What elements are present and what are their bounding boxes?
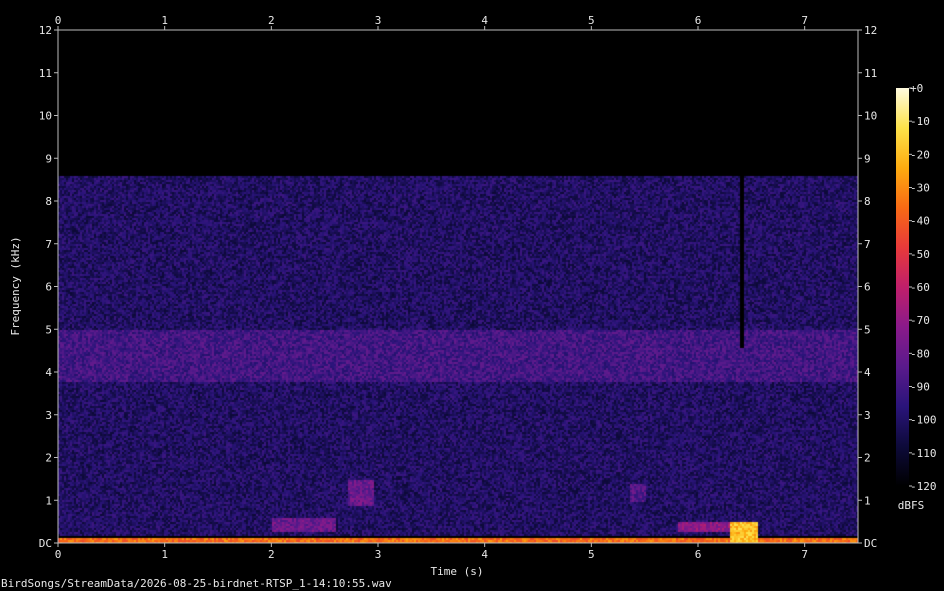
colorbar-label: dBFS — [898, 499, 925, 512]
x-tick-label: 6 — [695, 548, 702, 561]
y-tick-label: 6 — [45, 281, 52, 294]
colorbar-tick-label: -30 — [910, 182, 930, 195]
y-tick-label: 12 — [39, 24, 52, 37]
colorbar-tick-label: -70 — [910, 314, 930, 327]
y-tick-label: 7 — [45, 238, 52, 251]
y-tick-label: 11 — [39, 67, 52, 80]
x-tick-label-top: 6 — [695, 14, 702, 27]
y-tick-label-right: DC — [864, 537, 877, 550]
y-tick-label-right: 4 — [864, 366, 871, 379]
x-tick-label-top: 4 — [481, 14, 488, 27]
colorbar-tick-label: -100 — [910, 414, 937, 427]
x-tick-label-top: 5 — [588, 14, 595, 27]
y-tick-label-right: 1 — [864, 494, 871, 507]
x-tick-label-top: 0 — [55, 14, 62, 27]
y-tick-label: 3 — [45, 409, 52, 422]
y-tick-label-right: 9 — [864, 152, 871, 165]
colorbar-tick-label: -50 — [910, 248, 930, 261]
plot-area — [58, 30, 858, 543]
y-tick-label-right: 7 — [864, 238, 871, 251]
y-tick-label: 2 — [45, 452, 52, 465]
x-tick-label: 1 — [161, 548, 168, 561]
y-tick-label: DC — [39, 537, 52, 550]
y-tick-label: 4 — [45, 366, 52, 379]
x-tick-label: 4 — [481, 548, 488, 561]
x-tick-label: 5 — [588, 548, 595, 561]
y-tick-label-right: 6 — [864, 281, 871, 294]
y-tick-label-right: 3 — [864, 409, 871, 422]
colorbar-tick-label: -90 — [910, 381, 930, 394]
y-tick-label-right: 2 — [864, 452, 871, 465]
spectrogram-chart: 0011223344556677DC DC1 12 23 34 45 56 67 78 89 910… — [0, 0, 944, 591]
x-tick-label-top: 2 — [268, 14, 275, 27]
y-tick-label-right: 5 — [864, 323, 871, 336]
y-tick-label: 8 — [45, 195, 52, 208]
colorbar-tick-label: -80 — [910, 347, 930, 360]
y-tick-label: 9 — [45, 152, 52, 165]
colorbar-tick-label: -40 — [910, 215, 930, 228]
y-tick-label: 5 — [45, 323, 52, 336]
x-axis-title: Time (s) — [431, 565, 484, 578]
x-tick-label: 7 — [801, 548, 808, 561]
y-tick-label-right: 8 — [864, 195, 871, 208]
colorbar-tick-label: +0 — [910, 82, 923, 95]
y-tick-label-right: 12 — [864, 24, 877, 37]
colorbar-tick-label: -60 — [910, 281, 930, 294]
colorbar-tick-label: -10 — [910, 115, 930, 128]
x-tick-label: 2 — [268, 548, 275, 561]
file-path-label: BirdSongs/StreamData/2026-08-25-birdnet-… — [1, 577, 392, 590]
colorbar-tick-label: -110 — [910, 447, 937, 460]
y-tick-label: 1 — [45, 494, 52, 507]
colorbar-tick-label: -120 — [910, 480, 937, 493]
colorbar-tick-label: -20 — [910, 148, 930, 161]
x-tick-label: 0 — [55, 548, 62, 561]
x-tick-label-top: 1 — [161, 14, 168, 27]
x-tick-label-top: 7 — [801, 14, 808, 27]
y-tick-label: 10 — [39, 110, 52, 123]
colorbar-gradient — [896, 88, 909, 486]
y-axis-title: Frequency (kHz) — [9, 236, 22, 335]
x-tick-label: 3 — [375, 548, 382, 561]
x-tick-label-top: 3 — [375, 14, 382, 27]
spectrogram-image — [58, 30, 858, 543]
y-tick-label-right: 10 — [864, 110, 877, 123]
y-tick-label-right: 11 — [864, 67, 877, 80]
